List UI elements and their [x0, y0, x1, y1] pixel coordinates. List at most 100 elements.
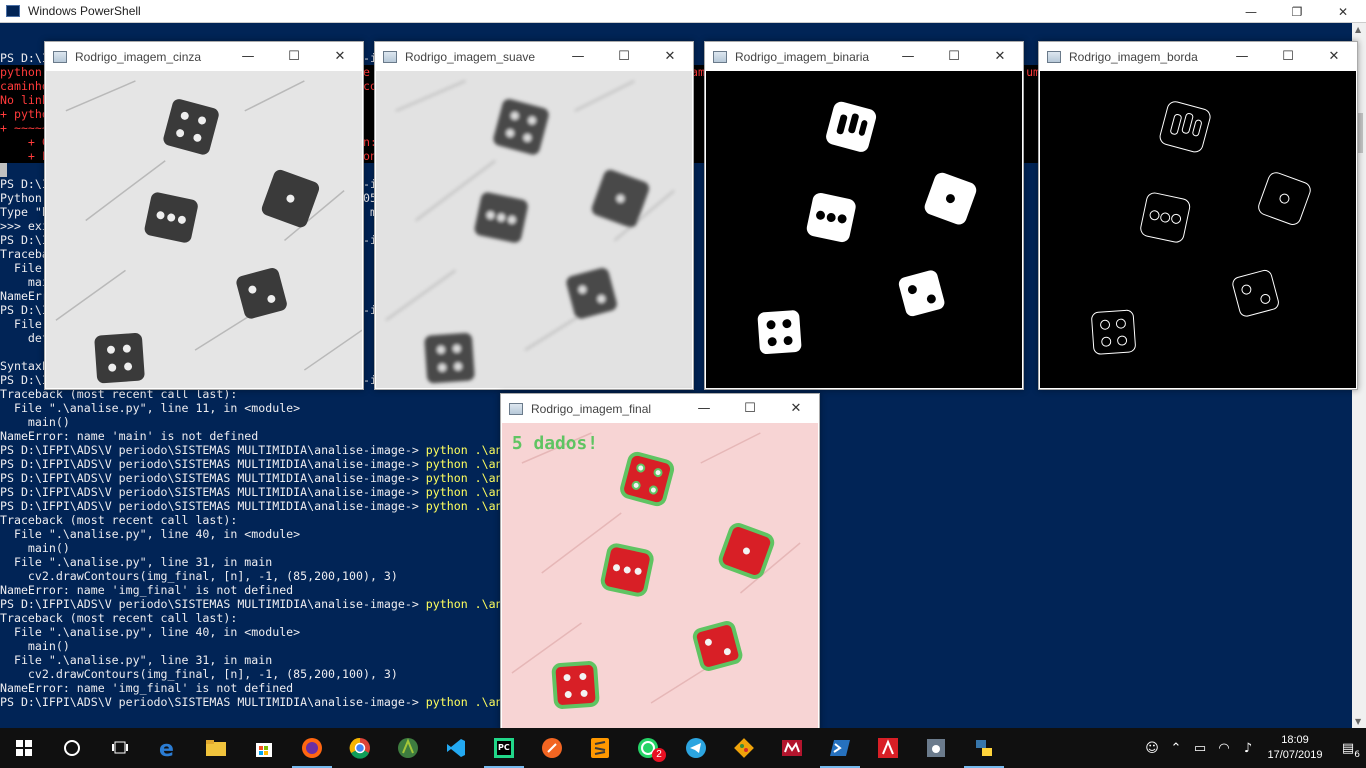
- dice-5: [94, 333, 145, 384]
- taskbar-app-orange[interactable]: [528, 728, 576, 768]
- clock[interactable]: 18:09 17/07/2019: [1260, 733, 1330, 763]
- minimize-button[interactable]: —: [225, 42, 271, 71]
- binary-image: [706, 71, 1022, 388]
- close-button[interactable]: ✕: [1320, 0, 1366, 23]
- opencv-window-icon: [509, 402, 523, 415]
- battery-icon[interactable]: ▭: [1188, 728, 1212, 768]
- console-line-text: NameError: name 'img_final' is not defin…: [0, 583, 294, 597]
- close-button[interactable]: ✕: [317, 42, 363, 71]
- firefox-icon: [302, 738, 322, 758]
- console-line-text: NameError: name 'img_final' is not defin…: [0, 681, 294, 695]
- wifi-icon[interactable]: ◠: [1212, 728, 1236, 768]
- task-view-icon: [112, 741, 128, 754]
- action-center-button[interactable]: ▤ 6: [1330, 728, 1366, 768]
- people-icon[interactable]: ☺: [1140, 728, 1164, 768]
- taskbar-sublime[interactable]: [576, 728, 624, 768]
- start-button[interactable]: [0, 728, 48, 768]
- acrobat-icon: [878, 738, 898, 758]
- scroll-down-icon[interactable]: ▼: [1355, 717, 1361, 726]
- taskbar-firefox[interactable]: [288, 728, 336, 768]
- minimize-button[interactable]: —: [1219, 42, 1265, 71]
- console-line-text: File ".\analise.py", line 31, in main: [0, 653, 273, 667]
- window-titlebar[interactable]: Rodrigo_imagem_suave — ☐ ✕: [375, 42, 693, 71]
- close-button[interactable]: ✕: [647, 42, 693, 71]
- console-line-text: cv2.drawContours(img_final, [n], -1, (85…: [0, 667, 398, 681]
- console-line-text: Traceback (most recent call last):: [0, 513, 238, 527]
- maximize-button[interactable]: ☐: [1265, 42, 1311, 71]
- task-view-button[interactable]: [96, 728, 144, 768]
- windows-icon: [16, 740, 32, 756]
- window-title: Windows PowerShell: [28, 4, 141, 18]
- console-line-text: PS D:\IFPI\ADS\V periodo\SISTEMAS MULTIM…: [0, 457, 426, 471]
- powershell-titlebar[interactable]: Windows PowerShell — ❐ ✕: [0, 0, 1366, 23]
- console-line-text: PS D:\IFPI\ADS\V periodo\SISTEMAS MULTIM…: [0, 485, 426, 499]
- opencv-window-icon: [1047, 50, 1061, 63]
- minimize-button[interactable]: —: [885, 42, 931, 71]
- taskbar-vscode[interactable]: [432, 728, 480, 768]
- restore-button[interactable]: ❐: [1274, 0, 1320, 23]
- window-title: Rodrigo_imagem_binaria: [735, 49, 870, 64]
- notification-icon: ▤: [1341, 740, 1355, 756]
- clock-time: 18:09: [1281, 734, 1309, 746]
- taskbar-android-studio[interactable]: [384, 728, 432, 768]
- taskbar-telegram[interactable]: [672, 728, 720, 768]
- taskbar-git[interactable]: [720, 728, 768, 768]
- powershell-icon: [830, 740, 850, 756]
- taskbar-file-explorer[interactable]: [192, 728, 240, 768]
- mendeley-icon: [782, 740, 802, 756]
- maximize-button[interactable]: ☐: [271, 42, 317, 71]
- scroll-up-icon[interactable]: ▲: [1355, 25, 1361, 34]
- cortana-icon: [64, 740, 80, 756]
- cortana-button[interactable]: [48, 728, 96, 768]
- sublime-icon: [591, 738, 609, 758]
- pycharm-icon: PC: [494, 738, 514, 758]
- window-imagem-borda[interactable]: Rodrigo_imagem_borda — ☐ ✕: [1038, 41, 1358, 390]
- window-titlebar[interactable]: Rodrigo_imagem_borda — ☐ ✕: [1039, 42, 1357, 71]
- taskbar-app-gray[interactable]: [912, 728, 960, 768]
- maximize-button[interactable]: ☐: [601, 42, 647, 71]
- taskbar-pycharm[interactable]: PC: [480, 728, 528, 768]
- taskbar-powershell[interactable]: [816, 728, 864, 768]
- console-line-text: File ".\analise.py", line 40, in <module…: [0, 625, 301, 639]
- opencv-window-icon: [53, 50, 67, 63]
- console-line-text: PS D:\IFPI\ADS\V periodo\SISTEMAS MULTIM…: [0, 443, 426, 457]
- maximize-button[interactable]: ☐: [931, 42, 977, 71]
- taskbar-edge[interactable]: e: [144, 728, 192, 768]
- console-line-text: main(): [0, 541, 70, 555]
- window-titlebar[interactable]: Rodrigo_imagem_binaria — ☐ ✕: [705, 42, 1023, 71]
- svg-text:e: e: [159, 737, 174, 759]
- taskbar-store[interactable]: [240, 728, 288, 768]
- window-imagem-binaria[interactable]: Rodrigo_imagem_binaria — ☐ ✕: [704, 41, 1024, 390]
- window-title: Rodrigo_imagem_suave: [405, 49, 536, 64]
- window-titlebar[interactable]: Rodrigo_imagem_final — ☐ ✕: [501, 394, 819, 423]
- edge-icon: e: [159, 737, 174, 759]
- minimize-button[interactable]: —: [1228, 0, 1274, 23]
- console-line-text: File ".\analise.py", line 11, in <module…: [0, 401, 301, 415]
- minimize-button[interactable]: —: [681, 394, 727, 423]
- folder-icon: [206, 740, 226, 756]
- android-studio-icon: [398, 738, 418, 758]
- taskbar-chrome[interactable]: [336, 728, 384, 768]
- clock-date: 17/07/2019: [1267, 749, 1323, 761]
- window-imagem-cinza[interactable]: Rodrigo_imagem_cinza — ☐ ✕: [44, 41, 364, 390]
- window-titlebar[interactable]: Rodrigo_imagem_cinza — ☐ ✕: [45, 42, 363, 71]
- taskbar-acrobat[interactable]: [864, 728, 912, 768]
- console-line-text: PS D:\IFPI\ADS\V periodo\SISTEMAS MULTIM…: [0, 471, 426, 485]
- minimize-button[interactable]: —: [555, 42, 601, 71]
- close-button[interactable]: ✕: [1311, 42, 1357, 71]
- close-button[interactable]: ✕: [773, 394, 819, 423]
- store-icon: [256, 743, 272, 757]
- window-imagem-final[interactable]: Rodrigo_imagem_final — ☐ ✕ 5 dados!: [500, 393, 820, 731]
- window-imagem-suave[interactable]: Rodrigo_imagem_suave — ☐ ✕: [374, 41, 694, 390]
- taskbar-mendeley[interactable]: [768, 728, 816, 768]
- console-line-text: NameError: name 'main' is not defined: [0, 429, 259, 443]
- volume-icon[interactable]: ♪: [1236, 728, 1260, 768]
- taskbar-python[interactable]: [960, 728, 1008, 768]
- chevron-up-icon[interactable]: ⌃: [1164, 728, 1188, 768]
- close-button[interactable]: ✕: [977, 42, 1023, 71]
- taskbar-whatsapp[interactable]: 2: [624, 728, 672, 768]
- console-line-text: File ".\analise.py", line 40, in <module…: [0, 527, 301, 541]
- app-gray-icon: [927, 739, 945, 757]
- maximize-button[interactable]: ☐: [727, 394, 773, 423]
- console-line-text: cv2.drawContours(img_final, [n], -1, (85…: [0, 569, 398, 583]
